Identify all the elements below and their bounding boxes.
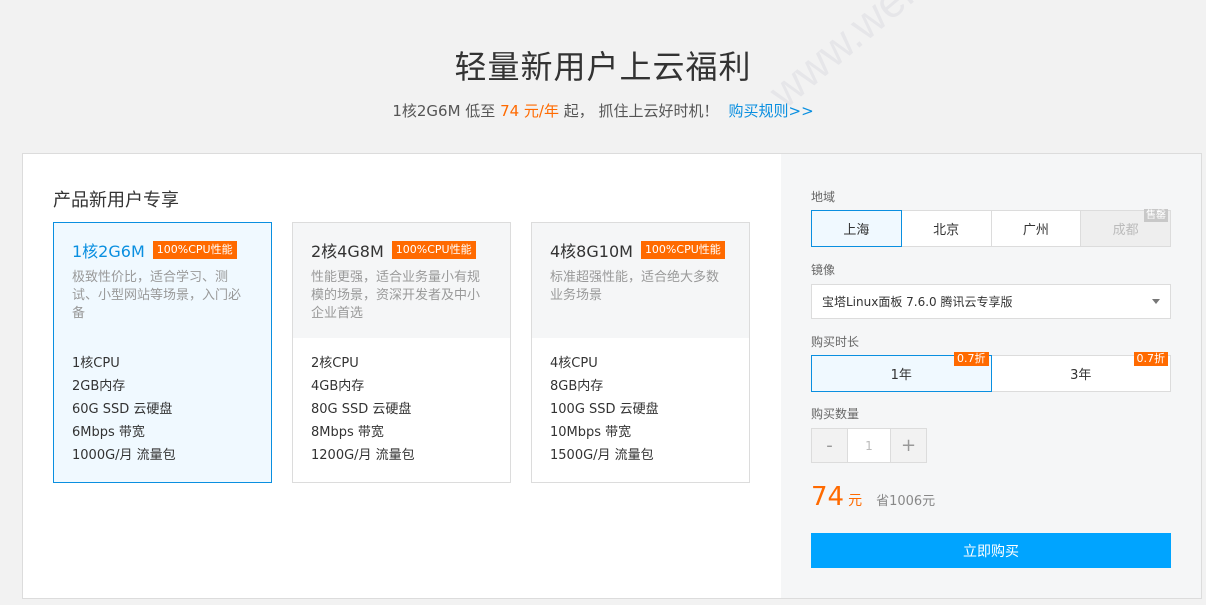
plan-card-head: 4核8G10M 100%CPU性能 标准超强性能，适合绝大多数业务场景 <box>532 223 749 338</box>
plan-specs: 2核CPU 4GB内存 80G SSD 云硬盘 8Mbps 带宽 1200G/月… <box>293 338 510 467</box>
spec-memory: 8GB内存 <box>550 379 604 394</box>
quantity-label: 购买数量 <box>811 407 860 421</box>
spec-traffic: 1500G/月 流量包 <box>550 448 654 463</box>
spec-memory: 2GB内存 <box>72 379 126 394</box>
image-label: 镜像 <box>811 263 836 277</box>
plan-card-head: 1核2G6M 100%CPU性能 极致性价比，适合学习、测试、小型网站等场景，入… <box>54 223 271 338</box>
duration-1y-label: 1年 <box>890 368 912 383</box>
plan-desc: 标准超强性能，适合绝大多数业务场景 <box>550 270 720 303</box>
hero-sub-price: 74 元/年 <box>500 102 559 120</box>
spec-bandwidth: 10Mbps 带宽 <box>550 425 632 440</box>
image-select-value: 宝塔Linux面板 7.6.0 腾讯云专享版 <box>822 295 1013 309</box>
region-beijing-button[interactable]: 北京 <box>900 210 992 247</box>
plan-name: 1核2G6M <box>72 242 145 261</box>
plan-card-1c2g[interactable]: 1核2G6M 100%CPU性能 极致性价比，适合学习、测试、小型网站等场景，入… <box>53 222 272 483</box>
increment-button[interactable]: + <box>891 429 926 462</box>
duration-3y-label: 3年 <box>1070 368 1092 383</box>
hero-title: 轻量新用户上云福利 <box>454 48 752 86</box>
region-shanghai-button[interactable]: 上海 <box>811 210 902 247</box>
duration-selector: 1年 0.7折 3年 0.7折 <box>811 352 1171 392</box>
discount-badge: 0.7折 <box>954 352 989 366</box>
plan-specs: 4核CPU 8GB内存 100G SSD 云硬盘 10Mbps 带宽 1500G… <box>532 338 749 467</box>
spec-cpu: 1核CPU <box>72 356 120 371</box>
order-area: 地域 上海 北京 广州 成都 售罄 镜像 宝塔Linux面板 7.6.0 腾讯云… <box>781 154 1201 598</box>
image-select[interactable]: 宝塔Linux面板 7.6.0 腾讯云专享版 <box>811 284 1171 319</box>
price-row: 74 元 省1006元 <box>811 482 935 512</box>
plan-name: 2核4G8M <box>311 242 384 261</box>
offer-panel: 产品新用户专享 1核2G6M 100%CPU性能 极致性价比，适合学习、测试、小… <box>22 153 1202 599</box>
purchase-rules-link[interactable]: 购买规则>> <box>729 102 814 120</box>
plan-name: 4核8G10M <box>550 242 633 261</box>
spec-bandwidth: 6Mbps 带宽 <box>72 425 145 440</box>
decrement-button[interactable]: - <box>812 429 847 462</box>
region-chengdu-label: 成都 <box>1112 223 1139 238</box>
spec-disk: 80G SSD 云硬盘 <box>311 402 412 417</box>
section-title: 产品新用户专享 <box>53 190 179 211</box>
region-selector: 上海 北京 广州 成都 售罄 <box>811 209 1171 247</box>
spec-memory: 4GB内存 <box>311 379 365 394</box>
region-guangzhou-button[interactable]: 广州 <box>990 210 1082 247</box>
cpu-badge: 100%CPU性能 <box>640 241 725 259</box>
cpu-badge: 100%CPU性能 <box>152 241 237 259</box>
hero-sub-prefix: 1核2G6M 低至 <box>392 102 501 120</box>
plan-specs: 1核CPU 2GB内存 60G SSD 云硬盘 6Mbps 带宽 1000G/月… <box>54 338 271 467</box>
plan-card-head: 2核4G8M 100%CPU性能 性能更强，适合业务量小有规模的场景，资深开发者… <box>293 223 510 338</box>
spec-cpu: 2核CPU <box>311 356 359 371</box>
spec-disk: 100G SSD 云硬盘 <box>550 402 659 417</box>
quantity-stepper: - 1 + <box>811 428 927 463</box>
plan-desc: 性能更强，适合业务量小有规模的场景，资深开发者及中小企业首选 <box>311 270 481 321</box>
duration-label: 购买时长 <box>811 335 860 349</box>
cpu-badge: 100%CPU性能 <box>391 241 476 259</box>
discount-badge: 0.7折 <box>1133 352 1168 366</box>
region-label: 地域 <box>811 190 836 204</box>
plan-card-2c4g[interactable]: 2核4G8M 100%CPU性能 性能更强，适合业务量小有规模的场景，资深开发者… <box>292 222 511 483</box>
plan-card-4c8g[interactable]: 4核8G10M 100%CPU性能 标准超强性能，适合绝大多数业务场景 4核CP… <box>531 222 750 483</box>
price-unit: 元 <box>848 493 863 509</box>
sold-out-tag: 售罄 <box>1144 209 1168 222</box>
duration-1y-button[interactable]: 1年 0.7折 <box>811 352 992 392</box>
spec-disk: 60G SSD 云硬盘 <box>72 402 173 417</box>
spec-traffic: 1200G/月 流量包 <box>311 448 415 463</box>
plan-area: 产品新用户专享 1核2G6M 100%CPU性能 极致性价比，适合学习、测试、小… <box>23 154 781 598</box>
spec-traffic: 1000G/月 流量包 <box>72 448 176 463</box>
spec-cpu: 4核CPU <box>550 356 598 371</box>
region-chengdu-button[interactable]: 成都 售罄 <box>1080 209 1171 247</box>
hero-sub-suffix: 起， 抓住上云好时机！ <box>558 102 719 120</box>
chevron-down-icon <box>1152 299 1160 304</box>
quantity-input[interactable]: 1 <box>847 429 891 462</box>
savings-text: 省1006元 <box>876 494 936 509</box>
spec-bandwidth: 8Mbps 带宽 <box>311 425 384 440</box>
price-amount: 74 <box>811 482 845 512</box>
buy-now-button[interactable]: 立即购买 <box>811 533 1171 568</box>
plan-desc: 极致性价比，适合学习、测试、小型网站等场景，入门必备 <box>72 270 242 321</box>
duration-3y-button[interactable]: 3年 0.7折 <box>990 352 1171 392</box>
hero-subtitle: 1核2G6M 低至 74 元/年 起， 抓住上云好时机！ 购买规则>> <box>0 100 1206 121</box>
